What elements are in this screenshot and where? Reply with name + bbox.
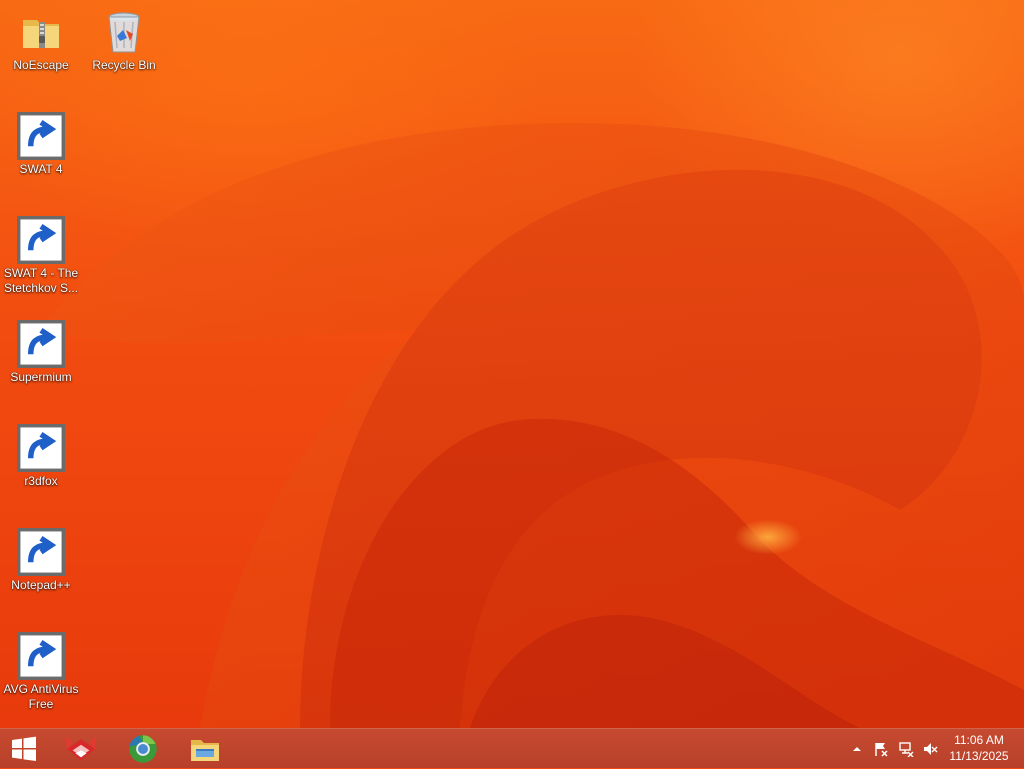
zip-folder-icon [17, 8, 65, 56]
desktop-icon-noescape[interactable]: NoEscape [1, 8, 81, 73]
taskbar-file-explorer-button[interactable] [177, 729, 233, 769]
start-button[interactable] [0, 729, 48, 769]
shortcut-arrow-icon [17, 112, 65, 160]
recycle-bin-icon [100, 8, 148, 56]
desktop-icon-r3dfox[interactable]: r3dfox [1, 424, 81, 489]
action-center-button[interactable] [870, 729, 892, 769]
shortcut-arrow-icon [17, 320, 65, 368]
taskbar-supermium-button[interactable] [115, 729, 171, 769]
desktop-icon-swat4[interactable]: SWAT 4 [1, 112, 81, 177]
system-clock[interactable]: 11:06 AM 11/13/2025 [944, 732, 1014, 764]
swat4-icon [17, 216, 65, 264]
desktop-icon-notepadpp[interactable]: Notepad++ [1, 528, 81, 593]
desktop-icon-label: Notepad++ [11, 578, 71, 592]
file-explorer-icon [191, 740, 219, 761]
wallpaper [40, 123, 1024, 728]
desktop-icon-supermium[interactable]: Supermium [1, 320, 81, 385]
desktop-icon-label: AVG AntiVirus Free [3, 682, 79, 711]
r3dfox-icon [17, 424, 65, 472]
desktop-icon-label: Recycle Bin [92, 58, 156, 72]
windows-logo-icon [12, 736, 36, 761]
swat4-icon [17, 112, 65, 160]
clock-time: 11:06 AM [954, 733, 1004, 747]
shortcut-arrow-icon [17, 632, 65, 680]
desktop[interactable]: NoEscape Recycle Bin SWAT 4 SWAT 4 - The… [0, 0, 1024, 728]
action-center-flag-icon [875, 743, 888, 757]
taskbar: 11:06 AM 11/13/2025 [0, 728, 1024, 768]
clock-date: 11/13/2025 [949, 749, 1009, 763]
desktop-icon-label: SWAT 4 - The Stetchkov S... [3, 266, 79, 295]
desktop-icon-label: NoEscape [13, 58, 69, 72]
shortcut-arrow-icon [17, 216, 65, 264]
notepadpp-icon [17, 528, 65, 576]
network-icon [899, 742, 914, 757]
desktop-icon-label: r3dfox [24, 474, 58, 488]
taskbar-r3dfox-button[interactable] [53, 729, 109, 769]
shortcut-arrow-icon [17, 528, 65, 576]
desktop-icon-avg[interactable]: AVG AntiVirus Free [1, 632, 81, 712]
desktop-icon-label: Supermium [10, 370, 72, 384]
r3dfox-icon [65, 736, 97, 761]
desktop-icon-swat4-stetchkov[interactable]: SWAT 4 - The Stetchkov S... [1, 216, 81, 296]
desktop-icon-label: SWAT 4 [19, 162, 63, 176]
desktop-icon-recycle-bin[interactable]: Recycle Bin [84, 8, 164, 73]
avg-icon [17, 632, 65, 680]
shortcut-arrow-icon [17, 424, 65, 472]
network-button[interactable] [895, 729, 917, 769]
volume-button[interactable] [919, 729, 941, 769]
supermium-icon [17, 320, 65, 368]
chevron-up-icon [853, 747, 861, 751]
show-hidden-icons-button[interactable] [848, 729, 866, 769]
volume-muted-icon [924, 743, 938, 755]
supermium-icon [129, 735, 157, 763]
